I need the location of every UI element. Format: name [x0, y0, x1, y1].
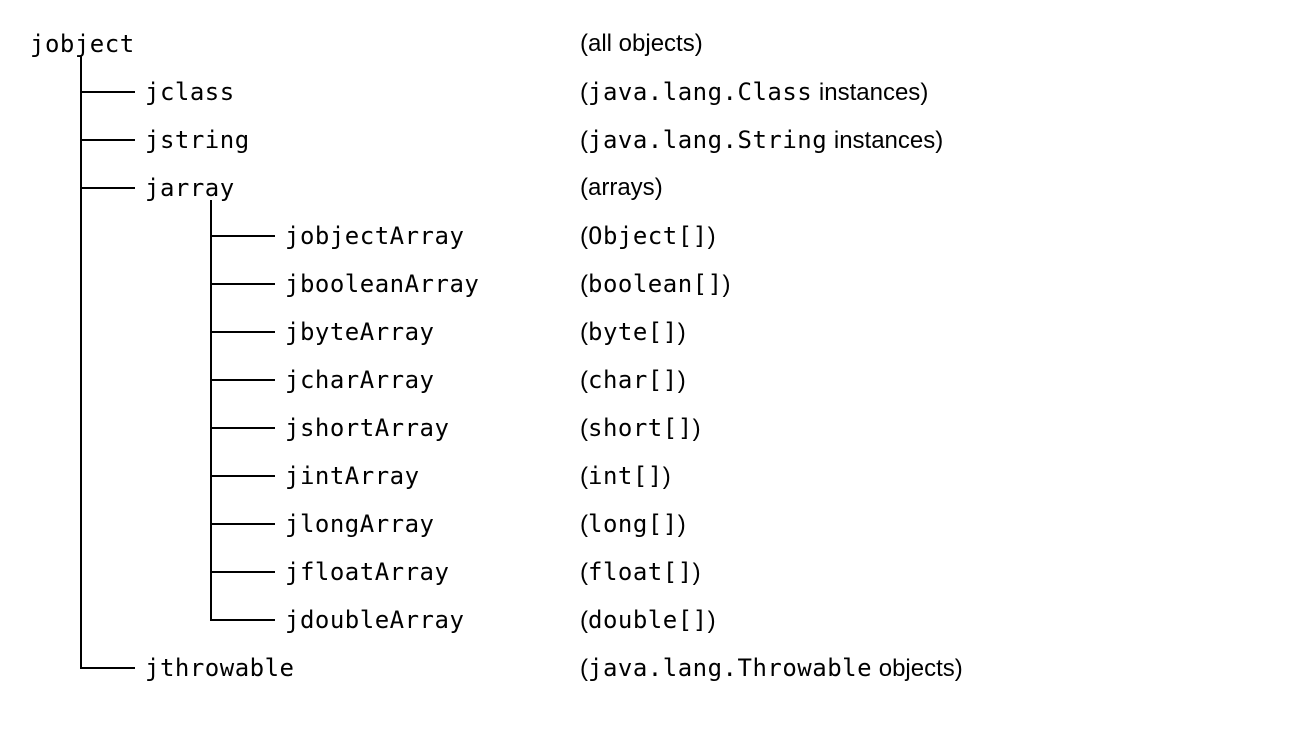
tree-node-jclass: jclass: [145, 78, 235, 106]
tree-node-jdoubleArray: jdoubleArray: [285, 606, 464, 634]
tree-node-jfloatArray: jfloatArray: [285, 558, 449, 586]
tree-desc-jcharArray: (char[]): [580, 366, 686, 395]
tree-node-jobject: jobject: [30, 30, 135, 58]
tree-desc-jclass: (java.lang.Class instances): [580, 78, 928, 107]
tree-desc-jthrowable: (java.lang.Throwable objects): [580, 654, 963, 683]
tree-node-jthrowable: jthrowable: [145, 654, 295, 682]
tree-desc-jlongArray: (long[]): [580, 510, 686, 539]
tree-node-jlongArray: jlongArray: [285, 510, 435, 538]
tree-desc-jintArray: (int[]): [580, 462, 671, 491]
tree-desc-jarray: (arrays): [580, 174, 663, 202]
tree-node-jbooleanArray: jbooleanArray: [285, 270, 479, 298]
tree-node-jshortArray: jshortArray: [285, 414, 449, 442]
tree-desc-jobject: (all objects): [580, 30, 703, 58]
tree-desc-jbooleanArray: (boolean[]): [580, 270, 731, 299]
tree-node-jbyteArray: jbyteArray: [285, 318, 435, 346]
tree-node-jarray: jarray: [145, 174, 235, 202]
tree-node-jcharArray: jcharArray: [285, 366, 435, 394]
tree-desc-jfloatArray: (float[]): [580, 558, 701, 587]
tree-desc-jstring: (java.lang.String instances): [580, 126, 943, 155]
tree-desc-jdoubleArray: (double[]): [580, 606, 716, 635]
tree-node-jobjectArray: jobjectArray: [285, 222, 464, 250]
tree-desc-jobjectArray: (Object[]): [580, 222, 716, 251]
tree-desc-jshortArray: (short[]): [580, 414, 701, 443]
tree-node-jstring: jstring: [145, 126, 250, 154]
tree-desc-jbyteArray: (byte[]): [580, 318, 686, 347]
tree-node-jintArray: jintArray: [285, 462, 420, 490]
